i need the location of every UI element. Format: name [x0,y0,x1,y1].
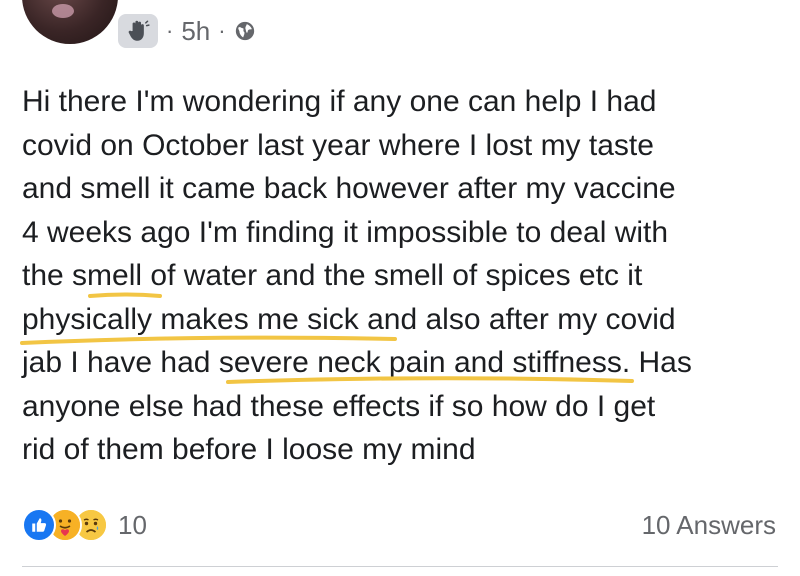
post-body: Hi there I'm wondering if any one can he… [22,80,782,472]
thumbs-up-glyph [32,518,47,532]
post-text-line: physically makes me sick and also after … [22,302,676,336]
reactions-summary[interactable]: 10 [22,506,147,544]
reaction-icons [22,508,108,542]
post-text-line: jab I have had severe neck pain and stif… [22,346,692,379]
post-text-line: and smell it came back however after my … [22,172,676,205]
waving-hand-icon [128,20,150,41]
globe-icon [235,21,254,41]
group-member-badge[interactable] [118,14,158,48]
post-timestamp[interactable]: 5h [181,16,210,47]
post-text-line: the smell of water and the smell of spic… [22,259,643,292]
answers-link[interactable]: 10 Answers [642,506,776,544]
post-text-line: 4 weeks ago I'm finding it impossible to… [22,215,669,249]
post-text-line: Hi there I'm wondering if any one can he… [22,85,657,118]
post-text-line: rid of them before I loose my mind [22,433,476,466]
post-text-line: anyone else had these effects if so how … [22,389,656,423]
reaction-count: 10 [118,509,147,540]
like-icon [22,508,56,542]
author-avatar[interactable] [22,0,118,44]
post-meta: · 5h · [118,12,256,50]
meta-separator: · [218,18,226,43]
divider [22,566,778,567]
meta-separator: · [166,18,174,43]
post-text-line: covid on October last year where I lost … [22,128,654,162]
public-audience [234,20,256,42]
